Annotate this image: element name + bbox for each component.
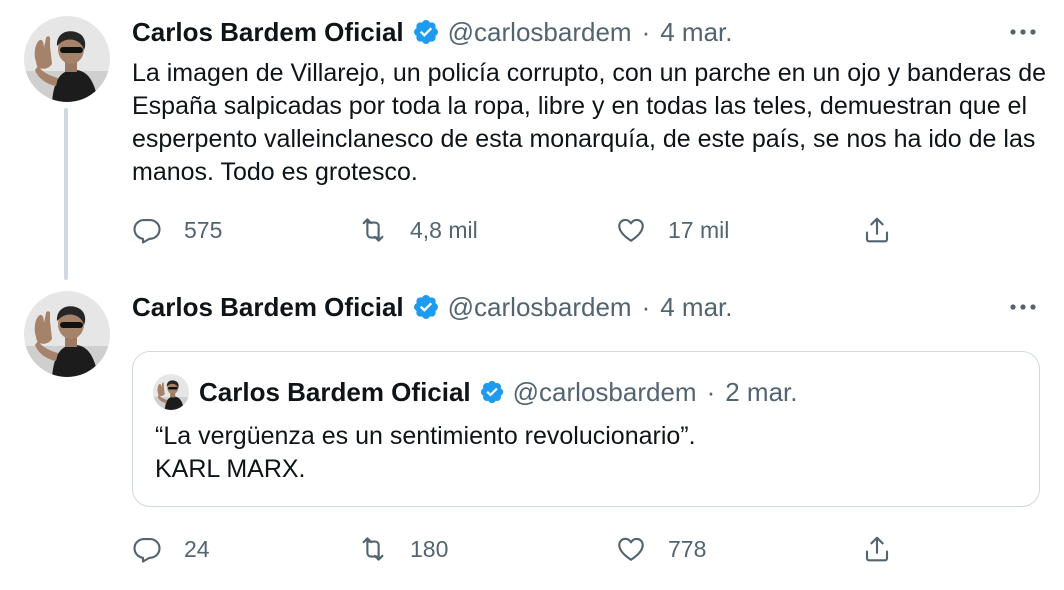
author-name[interactable]: Carlos Bardem Oficial: [132, 17, 404, 48]
tweet[interactable]: Carlos Bardem Oficial @carlosbardem · 4 …: [0, 280, 1064, 590]
reply-icon: [132, 215, 162, 245]
verified-badge-icon: [412, 293, 440, 321]
like-count: 17 mil: [668, 216, 730, 243]
share-icon: [862, 215, 892, 245]
reply-button[interactable]: 24: [132, 529, 210, 569]
reply-icon: [132, 534, 162, 564]
verified-badge-icon: [479, 379, 505, 405]
like-button[interactable]: 17 mil: [616, 210, 729, 250]
separator-dot: ·: [641, 291, 651, 322]
quoted-text-line: “La vergüenza es un sentimiento revoluci…: [155, 422, 696, 450]
retweet-count: 180: [410, 535, 449, 562]
retweet-button[interactable]: 4,8 mil: [358, 210, 478, 250]
quoted-tweet-header: Carlos Bardem Oficial @carlosbardem · 2 …: [199, 374, 797, 410]
retweet-count: 4,8 mil: [410, 216, 478, 243]
reply-count: 24: [184, 535, 210, 562]
share-button[interactable]: [862, 210, 914, 250]
tweet-date[interactable]: 4 mar.: [660, 17, 732, 48]
tweet-actions: 24 180 778: [132, 529, 912, 569]
avatar-photo: [153, 374, 189, 410]
tweet-actions: 575 4,8 mil 17 mil: [132, 210, 912, 250]
quoted-tweet-date: 2 mar.: [725, 376, 798, 407]
more-options-icon[interactable]: [1008, 297, 1038, 317]
tweet-text: La imagen de Villarejo, un policía corru…: [132, 59, 1047, 186]
more-options-icon[interactable]: [1008, 22, 1038, 42]
share-icon: [862, 534, 892, 564]
verified-badge-icon: [412, 18, 440, 46]
tweet-header: Carlos Bardem Oficial @carlosbardem · 4 …: [132, 289, 732, 325]
author-handle[interactable]: @carlosbardem: [448, 17, 632, 48]
quoted-author-handle: @carlosbardem: [512, 376, 697, 407]
thread-connector-line: [64, 108, 68, 280]
separator-dot: ·: [706, 376, 716, 407]
reply-button[interactable]: 575: [132, 210, 222, 250]
like-count: 778: [668, 535, 707, 562]
retweet-icon: [358, 215, 388, 245]
like-button[interactable]: 778: [616, 529, 706, 569]
author-avatar[interactable]: [24, 16, 110, 102]
avatar-photo: [24, 16, 110, 102]
tweet-date[interactable]: 4 mar.: [660, 292, 732, 323]
retweet-button[interactable]: 180: [358, 529, 448, 569]
separator-dot: ·: [641, 16, 651, 47]
avatar-photo: [24, 291, 110, 377]
tweet[interactable]: Carlos Bardem Oficial @carlosbardem · 4 …: [0, 0, 1064, 280]
like-icon: [616, 534, 646, 564]
quoted-tweet-text: “La vergüenza es un sentimiento revoluci…: [155, 420, 1015, 486]
quoted-tweet[interactable]: Carlos Bardem Oficial @carlosbardem · 2 …: [132, 351, 1040, 507]
reply-count: 575: [184, 216, 223, 243]
author-handle[interactable]: @carlosbardem: [448, 292, 632, 323]
author-name[interactable]: Carlos Bardem Oficial: [132, 292, 404, 323]
quoted-author-avatar: [153, 374, 189, 410]
like-icon: [616, 215, 646, 245]
tweet-header: Carlos Bardem Oficial @carlosbardem · 4 …: [132, 14, 732, 50]
share-button[interactable]: [862, 529, 914, 569]
author-avatar[interactable]: [24, 291, 110, 377]
quoted-author-name: Carlos Bardem Oficial: [199, 376, 471, 407]
retweet-icon: [358, 534, 388, 564]
quoted-text-line: KARL MARX.: [155, 455, 306, 483]
